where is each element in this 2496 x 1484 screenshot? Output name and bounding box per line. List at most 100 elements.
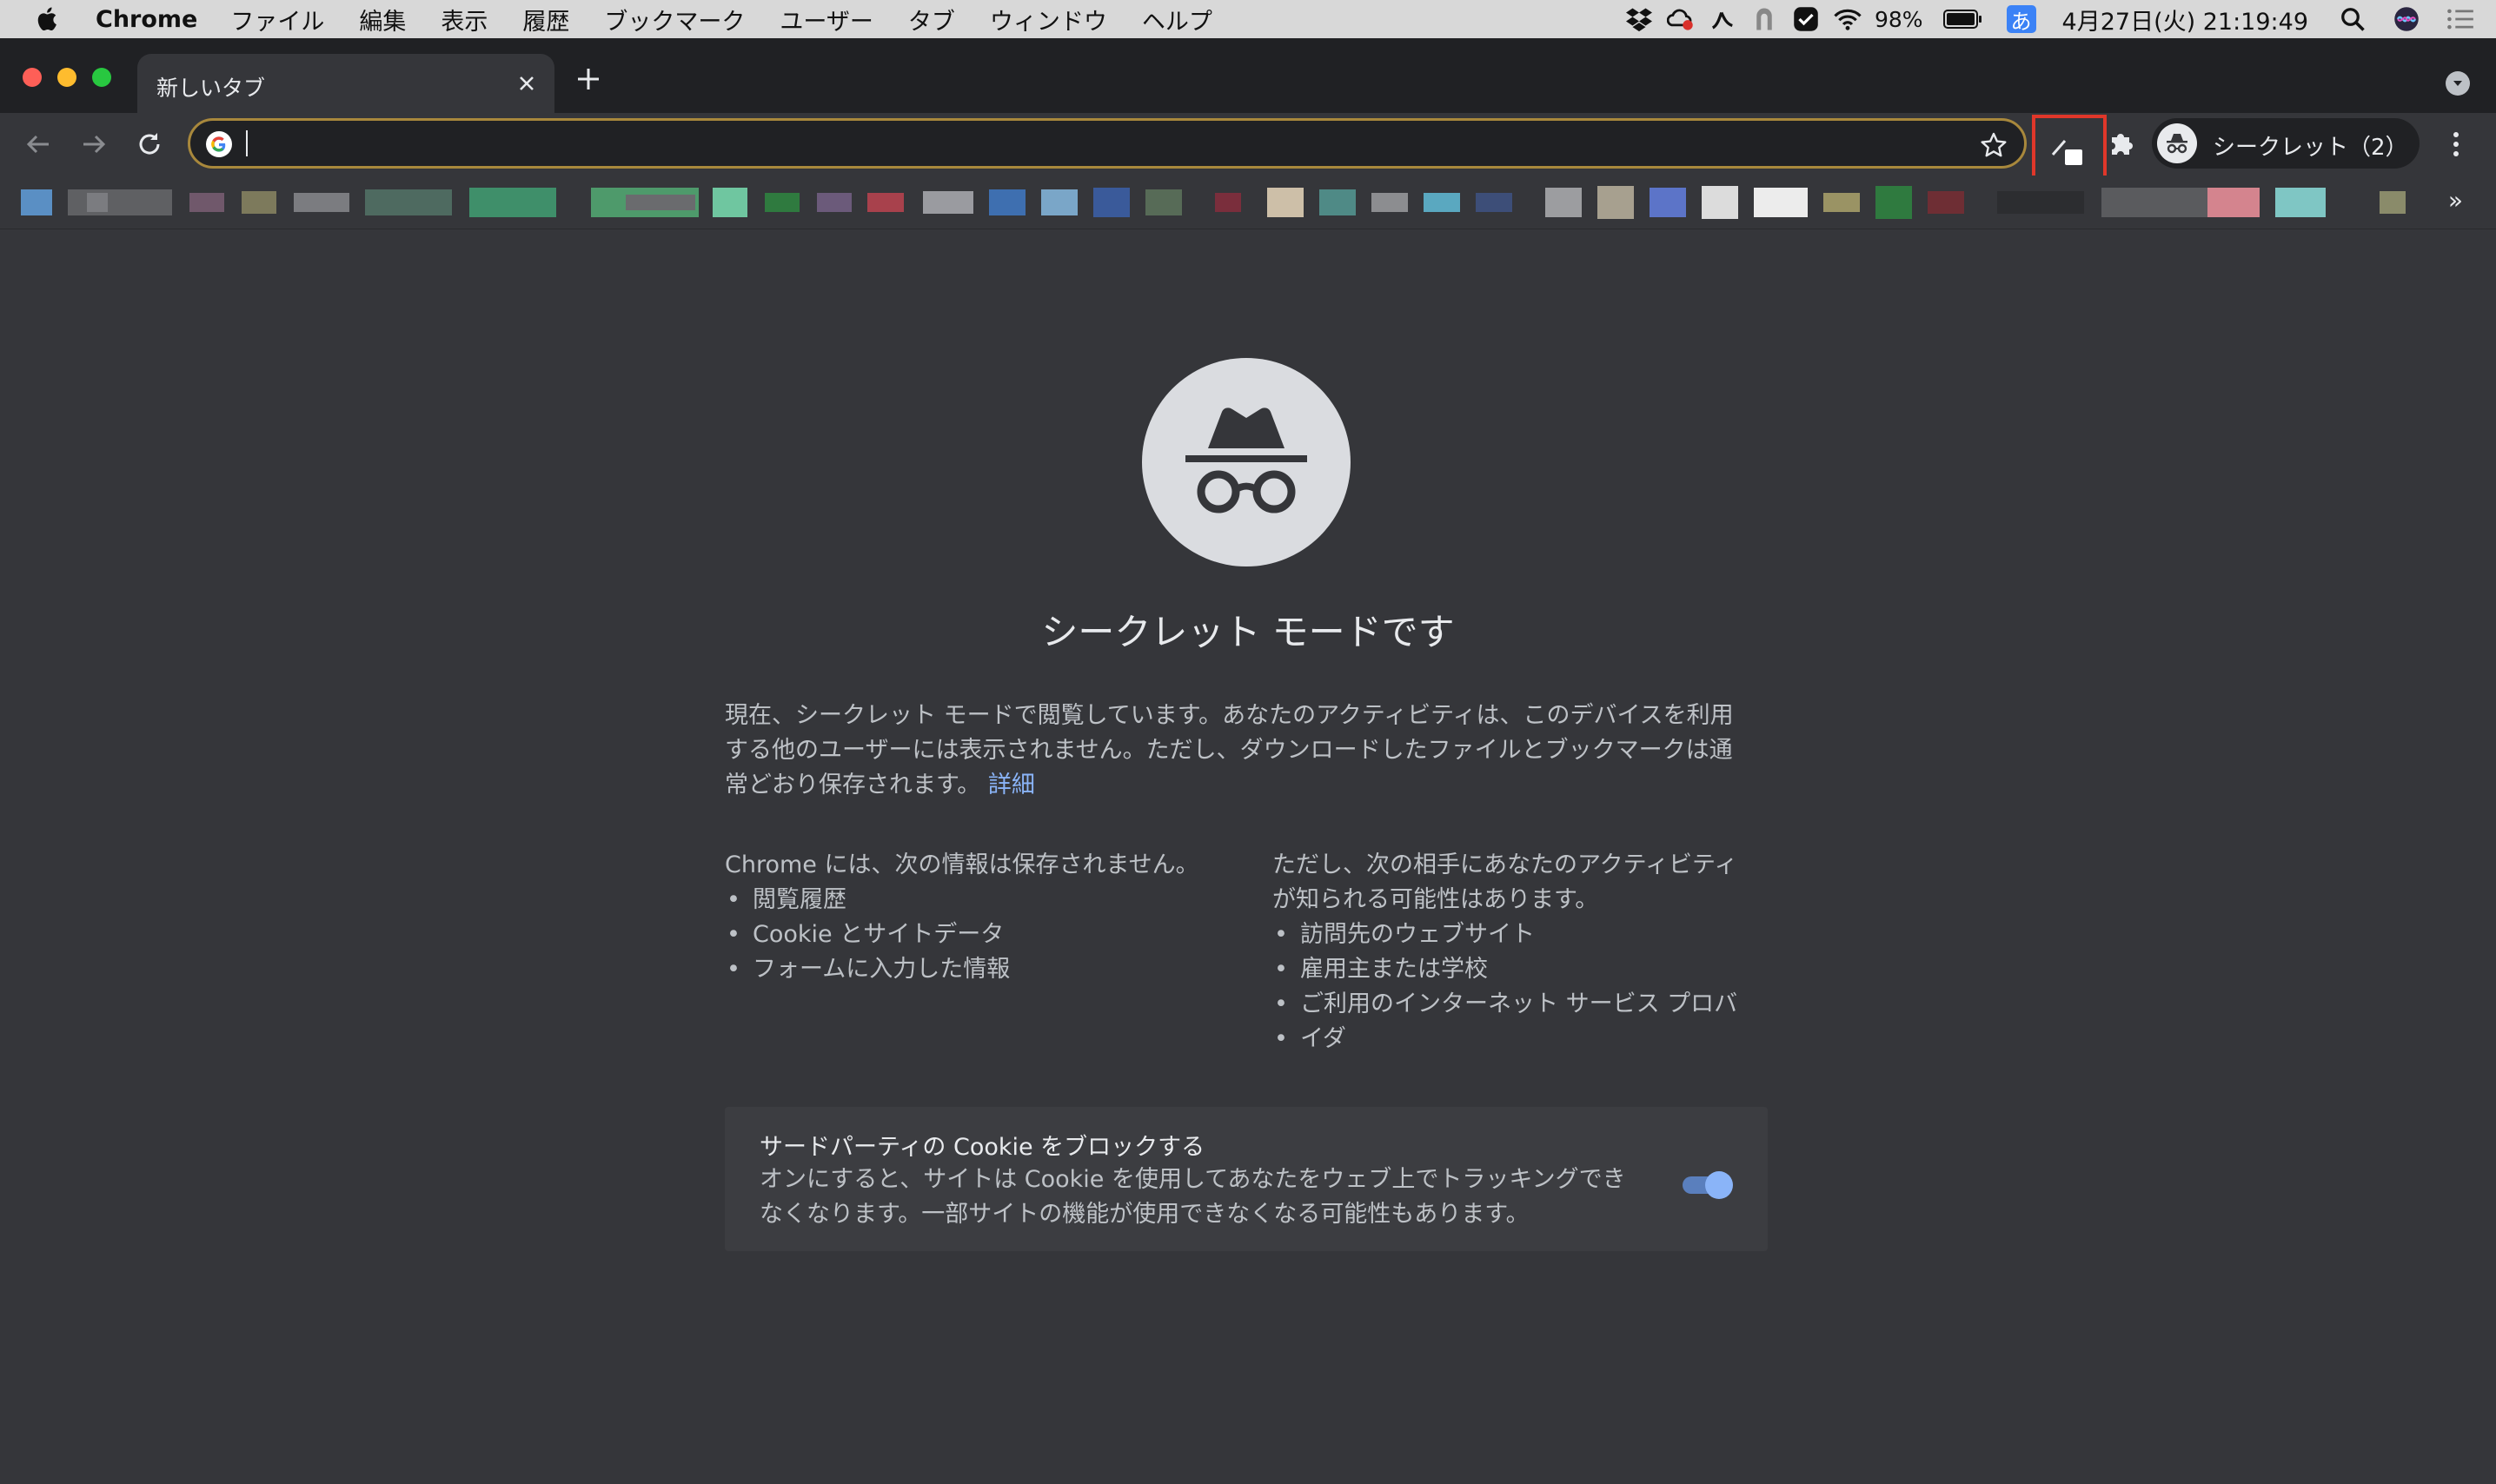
menu-edit[interactable]: 編集: [359, 3, 406, 36]
bookmark-item[interactable]: [713, 188, 747, 217]
incognito-intro: 現在、シークレット モードで閲覧しています。あなたのアクティビティは、このデバイ…: [725, 699, 1780, 803]
bookmark-item[interactable]: [765, 193, 800, 212]
bookmark-item[interactable]: [1997, 191, 2084, 214]
may-be-visible-column: ただし、次の相手にあなたのアクティビティ が知られる可能性はあります。 訪問先の…: [1272, 848, 1768, 1057]
intro-line: 常どおり保存されます。 詳細: [725, 768, 1780, 803]
bookmark-item[interactable]: [989, 189, 1026, 215]
address-bar[interactable]: [188, 118, 2027, 169]
tab-strip: 新しいタブ: [0, 38, 2496, 113]
chevron-down-icon: [2453, 81, 2462, 86]
bookmark-item[interactable]: [1041, 189, 1078, 215]
new-tab-icon[interactable]: [574, 64, 603, 94]
not-saved-column: Chrome には、次の情報は保存されません。 閲覧履歴 Cookie とサイト…: [725, 848, 1220, 987]
bookmark-item[interactable]: [817, 193, 852, 212]
bookmarks-bar: »: [0, 176, 2496, 229]
list-item: 閲覧履歴: [725, 883, 1220, 918]
not-saved-heading: Chrome には、次の情報は保存されません。: [725, 851, 1199, 878]
block-third-party-cookies-toggle[interactable]: [1679, 1169, 1733, 1199]
bookmark-item[interactable]: [867, 193, 904, 212]
bookmark-item[interactable]: [1597, 186, 1634, 219]
pixelated-bookmarks: [21, 186, 2406, 219]
bookmark-item[interactable]: [365, 189, 452, 215]
macos-menubar: Chrome ファイル 編集 表示 履歴 ブックマーク ユーザー タブ ウィンド…: [0, 0, 2496, 38]
cookie-desc-line: オンにすると、サイトは Cookie を使用してあなたをウェブ上でトラッキングで…: [760, 1166, 1626, 1193]
bookmark-item[interactable]: [2275, 188, 2326, 217]
bookmark-item[interactable]: [1650, 188, 1686, 217]
bookmark-item[interactable]: [189, 193, 224, 212]
list-item-continued: イダ: [1272, 1022, 1768, 1057]
more-menu-icon[interactable]: [2440, 127, 2472, 162]
incognito-profile-button[interactable]: シークレット（2）: [2152, 118, 2420, 169]
siri-icon[interactable]: [2392, 4, 2421, 34]
menu-view[interactable]: 表示: [441, 3, 488, 36]
reload-icon[interactable]: [132, 127, 167, 162]
menu-app-name[interactable]: Chrome: [96, 6, 197, 33]
bookmark-item[interactable]: [1145, 189, 1182, 215]
puzzle-icon[interactable]: [2107, 127, 2138, 158]
bookmark-item[interactable]: [2380, 191, 2406, 214]
bookmark-item[interactable]: [1754, 188, 1808, 217]
bookmark-item[interactable]: [1476, 193, 1512, 212]
wifi-icon[interactable]: [1833, 4, 1862, 34]
vpn-icon[interactable]: [1749, 4, 1779, 34]
bookmark-item[interactable]: [1545, 188, 1582, 217]
menu-people[interactable]: ユーザー: [780, 3, 873, 36]
bookmark-item[interactable]: [1093, 188, 1130, 217]
incognito-avatar: [2157, 123, 2197, 163]
menu-history[interactable]: 履歴: [522, 3, 569, 36]
forward-icon[interactable]: [76, 127, 111, 162]
incognito-ntp: シークレット モードです 現在、シークレット モードで閲覧しています。あなたのア…: [0, 229, 2496, 1484]
bookmark-item[interactable]: [1319, 189, 1356, 215]
check-icon[interactable]: [1791, 4, 1821, 34]
menu-window[interactable]: ウィンドウ: [990, 3, 1107, 36]
menubar-clock[interactable]: 4月27日(火) 21:19:49: [2062, 3, 2308, 36]
bookmark-item[interactable]: [242, 191, 276, 214]
menu-tab[interactable]: タブ: [908, 3, 955, 36]
bookmark-item[interactable]: [68, 189, 172, 215]
minimize-window-button[interactable]: [57, 68, 76, 87]
tab-new-tab[interactable]: 新しいタブ: [137, 54, 554, 113]
tab-search-button[interactable]: [2446, 71, 2470, 96]
bookmark-item[interactable]: [1371, 193, 1408, 212]
tab-title: 新しいタブ: [156, 76, 266, 101]
spotlight-icon[interactable]: [2338, 4, 2367, 34]
cookie-controls-description: オンにすると、サイトは Cookie を使用してあなたをウェブ上でトラッキングで…: [760, 1163, 1663, 1232]
extension-icon[interactable]: [2049, 132, 2086, 167]
bookmark-item[interactable]: [1215, 193, 1241, 212]
bookmark-item[interactable]: [1823, 193, 1860, 212]
notification-center-icon[interactable]: [2446, 4, 2475, 34]
bookmark-item[interactable]: [923, 191, 973, 214]
bookmark-item[interactable]: [1267, 188, 1304, 217]
dropbox-icon[interactable]: [1624, 4, 1654, 34]
bookmark-item[interactable]: [21, 189, 52, 215]
incognito-window-count: シークレット（2）: [2213, 135, 2408, 161]
close-window-button[interactable]: [23, 68, 42, 87]
menu-help[interactable]: ヘルプ: [1142, 3, 1212, 36]
cookie-controls-card: サードパーティの Cookie をブロックする オンにすると、サイトは Cook…: [725, 1107, 1768, 1251]
list-item: フォームに入力した情報: [725, 952, 1220, 987]
input-method-indicator[interactable]: あ: [2006, 5, 2036, 34]
bookmark-item[interactable]: [591, 188, 699, 217]
bookmark-item[interactable]: [1875, 186, 1912, 219]
page-title: シークレット モードです: [1041, 611, 1455, 653]
maximize-window-button[interactable]: [92, 68, 111, 87]
back-icon[interactable]: [21, 127, 56, 162]
learn-more-link[interactable]: 詳細: [988, 772, 1035, 798]
menu-bookmarks[interactable]: ブックマーク: [604, 3, 745, 36]
close-tab-icon[interactable]: [513, 70, 541, 97]
bookmark-item[interactable]: [294, 193, 349, 212]
menu-file[interactable]: ファイル: [230, 3, 324, 36]
bookmark-item[interactable]: [2101, 188, 2260, 217]
bookmark-item[interactable]: [1702, 186, 1738, 219]
bookmark-item[interactable]: [1424, 193, 1460, 212]
bookmark-star-icon[interactable]: [1979, 130, 2008, 160]
bookmarks-overflow-button[interactable]: »: [2448, 186, 2463, 215]
bookmark-item[interactable]: [1928, 191, 1964, 214]
bookmark-item[interactable]: [469, 188, 556, 217]
battery-icon[interactable]: [1942, 4, 1984, 34]
menubar-status-area: 98% あ 4月27日(火) 21:19:49: [1624, 0, 2496, 38]
script-icon[interactable]: [1708, 4, 1737, 34]
apple-icon[interactable]: [33, 4, 63, 34]
incognito-logo: [1142, 358, 1351, 566]
creative-cloud-icon[interactable]: [1666, 4, 1696, 34]
